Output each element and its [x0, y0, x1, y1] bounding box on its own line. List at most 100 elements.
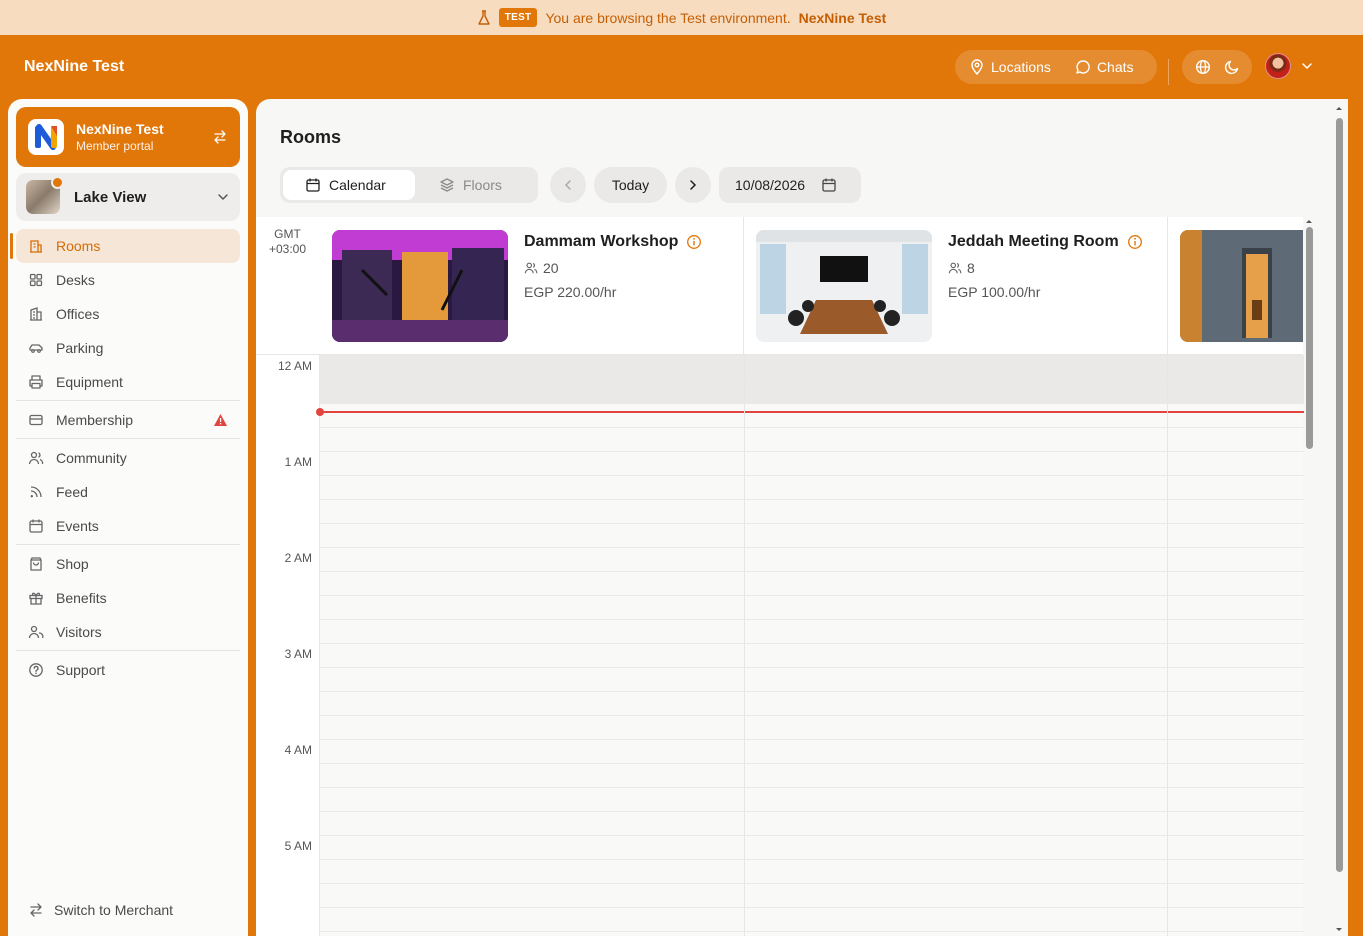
- timezone-label: GMT +03:00: [256, 227, 319, 257]
- sidebar-item-visitors[interactable]: Visitors: [16, 615, 240, 649]
- people-icon: [948, 262, 962, 274]
- time-slot-line: [320, 403, 1304, 404]
- time-slot-line: [320, 763, 1304, 764]
- sidebar-item-label: Parking: [56, 340, 104, 356]
- sidebar-item-support[interactable]: Support: [16, 653, 240, 687]
- location-name: Lake View: [74, 188, 147, 206]
- sidebar-menu: Rooms Desks Offices Parking Equipment Me…: [10, 229, 240, 687]
- sidebar-item-feed[interactable]: Feed: [16, 475, 240, 509]
- user-avatar[interactable]: [1265, 53, 1291, 79]
- time-slot-line: [320, 691, 1304, 692]
- time-slot-line: [320, 427, 1304, 428]
- next-day-button[interactable]: [675, 167, 711, 203]
- chevron-down-icon[interactable]: [1300, 59, 1314, 73]
- sidebar-item-rooms[interactable]: Rooms: [10, 229, 240, 263]
- rss-icon: [28, 484, 44, 500]
- time-grid: 12 AM 1 AM 2 AM 3 AM 4 AM 5 AM: [256, 354, 1304, 936]
- menu-divider: [16, 544, 240, 545]
- info-icon[interactable]: [686, 234, 702, 250]
- time-slot-line: [320, 619, 1304, 620]
- time-slot-line: [320, 451, 1304, 452]
- sidebar-item-benefits[interactable]: Benefits: [16, 581, 240, 615]
- menu-divider: [16, 438, 240, 439]
- room-photo: [332, 230, 508, 342]
- help-circle-icon: [28, 662, 44, 678]
- tab-calendar[interactable]: Calendar: [283, 170, 415, 200]
- page-title: Rooms: [280, 127, 342, 147]
- scrollbar-thumb[interactable]: [1336, 118, 1343, 872]
- portal-title: NexNine Test: [76, 121, 164, 137]
- room-photo: [1180, 230, 1303, 342]
- time-slot-line: [320, 715, 1304, 716]
- hour-label: 2 AM: [284, 551, 312, 565]
- chevron-down-icon: [218, 194, 228, 201]
- warning-triangle-icon: [214, 414, 227, 426]
- nexnine-logo: [28, 119, 64, 155]
- tab-floors[interactable]: Floors: [415, 170, 526, 200]
- header-divider: [1168, 59, 1169, 85]
- header-tools: [1182, 50, 1252, 84]
- room-header-3[interactable]: [1168, 217, 1303, 354]
- tab-floors-label: Floors: [463, 177, 502, 193]
- people-icon: [28, 450, 44, 466]
- office-building-icon: [28, 306, 44, 322]
- timezone-text: GMT +03:00: [268, 227, 307, 256]
- hour-label: 3 AM: [284, 647, 312, 661]
- time-slot-line: [320, 739, 1304, 740]
- current-time-dot: [316, 408, 324, 416]
- room-price: EGP 220.00/hr: [524, 284, 617, 300]
- today-button[interactable]: Today: [594, 167, 667, 203]
- time-slot-line: [320, 811, 1304, 812]
- time-slot-line: [320, 379, 1304, 380]
- hour-label: 4 AM: [284, 743, 312, 757]
- switch-arrows-icon[interactable]: [212, 129, 228, 145]
- locations-label: Locations: [991, 59, 1051, 75]
- scroll-down-arrow-icon: [1336, 928, 1342, 931]
- chats-link[interactable]: Chats: [1075, 59, 1134, 75]
- time-slot-line: [320, 883, 1304, 884]
- scrollbar-thumb[interactable]: [1306, 227, 1313, 449]
- tab-calendar-label: Calendar: [329, 177, 386, 193]
- flask-icon: [478, 9, 490, 25]
- sidebar-item-membership[interactable]: Membership: [16, 403, 240, 437]
- dark-mode-moon-icon[interactable]: [1224, 59, 1240, 75]
- room-column-divider: [744, 355, 745, 936]
- room-header-dammam[interactable]: Dammam Workshop 20 EGP 220.00/hr: [320, 217, 744, 354]
- locations-link[interactable]: Locations: [969, 59, 1051, 75]
- sidebar-item-desks[interactable]: Desks: [16, 263, 240, 297]
- menu-divider: [16, 400, 240, 401]
- brand-name[interactable]: NexNine Test: [24, 58, 124, 76]
- location-selector[interactable]: Lake View: [16, 173, 240, 221]
- sidebar-item-community[interactable]: Community: [16, 441, 240, 475]
- room-capacity: 8: [967, 260, 975, 276]
- calendar-scrollbar[interactable]: [1303, 217, 1315, 931]
- portal-subtitle: Member portal: [76, 139, 154, 153]
- people-icon: [524, 262, 538, 274]
- globe-icon[interactable]: [1195, 59, 1211, 75]
- sidebar-item-parking[interactable]: Parking: [16, 331, 240, 365]
- sidebar-item-equipment[interactable]: Equipment: [16, 365, 240, 399]
- time-slot-line: [320, 835, 1304, 836]
- banner-env-name: NexNine Test: [798, 9, 887, 26]
- sidebar-item-label: Feed: [56, 484, 88, 500]
- view-toggle: Calendar Floors: [280, 167, 538, 203]
- info-icon[interactable]: [1127, 234, 1143, 250]
- hour-label: 12 AM: [277, 359, 312, 373]
- sidebar-item-label: Visitors: [56, 624, 102, 640]
- menu-divider: [16, 650, 240, 651]
- page-scrollbar[interactable]: [1333, 104, 1345, 936]
- time-slot-line: [320, 547, 1304, 548]
- switch-to-merchant-button[interactable]: Switch to Merchant: [28, 902, 173, 918]
- portal-card[interactable]: NexNine Test Member portal: [16, 107, 240, 167]
- sidebar-item-label: Desks: [56, 272, 95, 288]
- date-picker[interactable]: 10/08/2026: [719, 167, 861, 203]
- room-name: Jeddah Meeting Room: [948, 233, 1119, 250]
- chevron-right-icon: [690, 180, 697, 190]
- room-header-jeddah[interactable]: Jeddah Meeting Room 8 EGP 100.00/hr: [744, 217, 1168, 354]
- sidebar-item-offices[interactable]: Offices: [16, 297, 240, 331]
- previous-day-button[interactable]: [550, 167, 586, 203]
- sidebar-item-events[interactable]: Events: [16, 509, 240, 543]
- sidebar: NexNine Test Member portal Lake View Roo…: [8, 99, 248, 936]
- time-slot-line: [320, 931, 1304, 932]
- sidebar-item-shop[interactable]: Shop: [16, 547, 240, 581]
